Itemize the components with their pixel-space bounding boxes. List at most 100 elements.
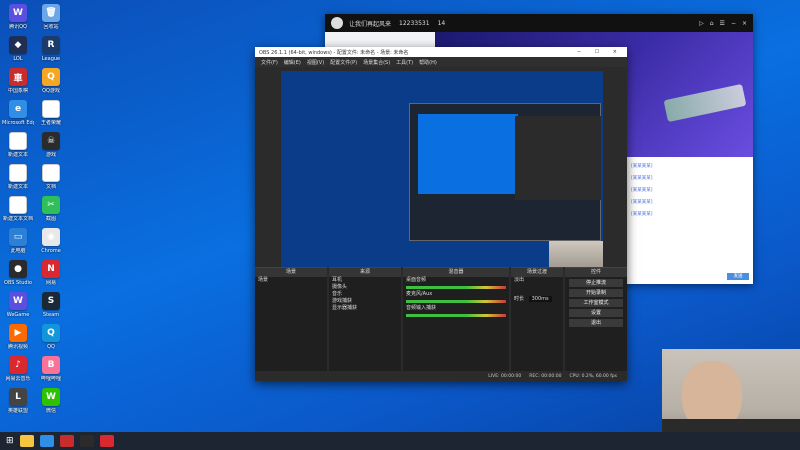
app-icon: e	[9, 100, 27, 118]
dock-item[interactable]: 显示器捕获	[329, 305, 401, 312]
home-icon[interactable]: ⌂	[710, 20, 714, 27]
desktop-icon-label: 文档	[45, 184, 56, 190]
channel-avatar[interactable]	[331, 17, 343, 29]
desktop-icon[interactable]: W WeGame	[2, 292, 34, 326]
window-controls[interactable]: − ☐ ×	[577, 49, 623, 55]
music-taskbar-icon[interactable]	[99, 435, 114, 447]
obs-window[interactable]: OBS 26.1.1 (64-bit, windows) - 配置文件: 未命名…	[255, 47, 627, 381]
nested-preview	[409, 103, 601, 241]
transitions-dock: 场景过渡 淡出 时长 300ms	[511, 267, 563, 371]
menu-item[interactable]: 编辑(E)	[284, 59, 301, 66]
desktop-icon-label: 回收站	[43, 24, 59, 30]
menu-item[interactable]: 场景集合(S)	[363, 59, 390, 66]
app-icon: N	[42, 260, 60, 278]
dock-item[interactable]: 音乐	[329, 291, 401, 298]
desktop-icon[interactable]: Q QQ游戏	[35, 68, 67, 102]
app-icon: ☠	[42, 132, 60, 150]
app-icon: ●	[9, 260, 27, 278]
desktop-icon[interactable]: ◉ Chrome	[35, 228, 67, 262]
desktop-icon-label: QQ游戏	[42, 88, 60, 94]
obs-taskbar-icon[interactable]	[79, 435, 94, 447]
close-icon[interactable]: ×	[742, 20, 747, 27]
desktop-icon-label: Steam	[42, 312, 60, 318]
transition-type[interactable]: 淡出	[511, 277, 563, 284]
app-icon: ▶	[9, 324, 27, 342]
volume-meter[interactable]	[406, 314, 506, 317]
send-button[interactable]: 发送	[727, 273, 749, 280]
desktop-icon-label: 新建文本	[7, 152, 28, 158]
menu-item[interactable]: 帮助(H)	[419, 59, 437, 66]
app-icon	[9, 196, 27, 214]
desktop-icon[interactable]: e Microsoft Edge	[2, 100, 34, 134]
desktop-icon[interactable]: ☠ 游戏	[35, 132, 67, 166]
menu-item[interactable]: 视图(V)	[307, 59, 324, 66]
desktop-icon[interactable]: ● OBS Studio	[2, 260, 34, 294]
dock-item[interactable]: 麦克风/Aux	[403, 291, 509, 298]
browser-topbar: 让我们再起风来 12233531 14 ▷ ⌂ ☰ − ×	[325, 14, 753, 32]
control-button[interactable]: 设置	[569, 309, 623, 317]
chat-panel: [某某某某] [某某某某] [某某某某] [某某某某] [某某某某] 发送	[627, 157, 753, 284]
dock-item[interactable]: 桌面音频	[403, 277, 509, 284]
desktop-icon[interactable]: 🗑 回收站	[35, 4, 67, 38]
app-icon: ✂	[42, 196, 60, 214]
windows-start-icon[interactable]: ⊞	[6, 436, 14, 446]
desktop-icon[interactable]: 車中国象棋	[2, 68, 34, 102]
desktop-icon[interactable]: Q QQ	[35, 324, 67, 358]
desktop-icon[interactable]: 新建文本文档	[2, 196, 34, 230]
app-icon: S	[42, 292, 60, 310]
taskbar: ⊞	[0, 432, 800, 450]
app-icon: 🗑	[42, 4, 60, 22]
desktop-icon-label: 此电脑	[10, 248, 26, 254]
desktop-icon[interactable]: 新建文本	[2, 164, 34, 198]
desktop-icon[interactable]: 新建文本	[2, 132, 34, 166]
control-button[interactable]: 停止推流	[569, 279, 623, 287]
menu-icon[interactable]: ☰	[720, 20, 725, 27]
desktop-icon-label: QQ	[47, 344, 55, 350]
dock-item[interactable]: 耳机	[329, 277, 401, 284]
desktop-icon[interactable]: ♪ 网易云音乐	[2, 356, 34, 390]
menu-item[interactable]: 工具(T)	[396, 59, 413, 66]
controls-dock: 控件 停止推流 开始录制 工作室模式 设置 退出	[565, 267, 627, 371]
dock-item[interactable]: 音频输入捕获	[403, 305, 509, 312]
desktop-icon-label: 新建文本	[7, 184, 28, 190]
app-icon: ◆	[9, 36, 27, 54]
desktop-icon[interactable]: N 网易	[35, 260, 67, 294]
duration-input[interactable]: 300ms	[528, 296, 552, 302]
control-button[interactable]: 工作室模式	[569, 299, 623, 307]
app-icon[interactable]	[59, 435, 74, 447]
desktop-icon[interactable]: W 微信	[35, 388, 67, 422]
file-explorer-icon[interactable]	[19, 435, 34, 447]
app-icon: W	[9, 4, 27, 22]
desktop-icon-label: WeGame	[6, 312, 30, 318]
desktop-icon[interactable]: L 英雄联盟	[2, 388, 34, 422]
chat-message: [某某某某]	[631, 188, 653, 193]
desktop-icon[interactable]: 文档	[35, 164, 67, 198]
menu-item[interactable]: 配置文件(P)	[330, 59, 357, 66]
desktop-icon[interactable]: R League	[35, 36, 67, 70]
control-button[interactable]: 退出	[569, 319, 623, 327]
edge-icon[interactable]	[39, 435, 54, 447]
desktop-icon[interactable]: ▭ 此电脑	[2, 228, 34, 262]
volume-meter[interactable]	[406, 300, 506, 303]
play-icon[interactable]: ▷	[699, 20, 704, 27]
volume-meter[interactable]	[406, 286, 506, 289]
dock-item[interactable]: 游戏捕获	[329, 298, 401, 305]
desktop-icon-label: 新建文本文档	[2, 216, 33, 222]
menu-item[interactable]: 文件(F)	[261, 59, 278, 66]
dock-item[interactable]: 摄像头	[329, 284, 401, 291]
desktop-icon[interactable]: ▶ 腾讯视频	[2, 324, 34, 358]
desktop-icon-label: 腾讯视频	[7, 344, 28, 350]
app-icon: 車	[9, 68, 27, 86]
desktop-icon[interactable]: ◆ LOL	[2, 36, 34, 70]
desktop-icon[interactable]: W 腾讯QQ	[2, 4, 34, 38]
dock-item[interactable]: 场景	[255, 277, 327, 284]
desktop-icon[interactable]: 王者荣耀	[35, 100, 67, 134]
desktop-icon[interactable]: ✂ 截图	[35, 196, 67, 230]
desktop-icon[interactable]: S Steam	[35, 292, 67, 326]
desktop-icon[interactable]: B 哔哩哔哩	[35, 356, 67, 390]
obs-preview[interactable]	[281, 71, 603, 267]
minimize-icon[interactable]: −	[731, 20, 736, 27]
app-icon: ♪	[9, 356, 27, 374]
obs-title-bar: OBS 26.1.1 (64-bit, windows) - 配置文件: 未命名…	[255, 47, 627, 57]
control-button[interactable]: 开始录制	[569, 289, 623, 297]
